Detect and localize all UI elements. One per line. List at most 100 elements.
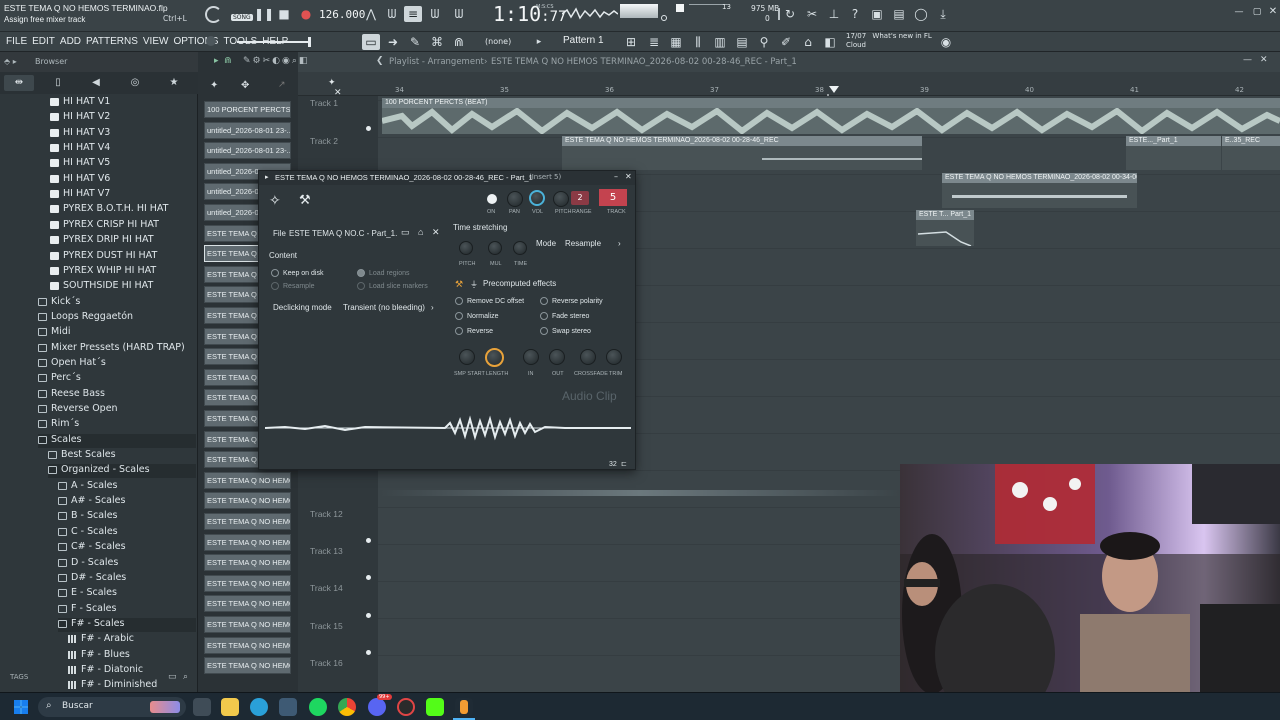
channel-button[interactable]: ESTE TEMA Q NO HEMOS T... <box>204 513 291 530</box>
browser-item[interactable]: Mixer Pressets (HARD TRAP) <box>38 342 196 356</box>
master-volume-knob[interactable] <box>661 15 667 21</box>
channel-button[interactable]: ESTE TEMA Q NO HEMOS T... <box>204 637 291 654</box>
playlist-cursor-icon[interactable]: ✦ <box>328 78 336 88</box>
paint-icon[interactable]: ✎ <box>406 34 424 50</box>
precomputed-wrench-icon[interactable]: ⚒ <box>455 279 463 290</box>
playhead-marker[interactable] <box>829 86 839 93</box>
app-icon[interactable] <box>397 698 415 716</box>
browser-tab-packs-icon[interactable]: ◎ <box>127 75 143 91</box>
file-name[interactable]: ESTE TEMA Q NO.C - Part_1.wav <box>289 229 397 238</box>
browser-item[interactable]: F# - Scales <box>58 618 196 632</box>
countdown-icon[interactable]: ≡ <box>404 6 422 22</box>
channel-button[interactable]: ESTE TEMA Q NO HEMOS T... <box>204 554 291 571</box>
normalize-option[interactable]: Normalize <box>455 312 499 320</box>
pitch-knob[interactable] <box>206 36 216 46</box>
smp-start-knob[interactable] <box>459 349 475 365</box>
browser-item[interactable]: Reverse Open <box>38 403 196 417</box>
browser-item[interactable]: SOUTHSIDE HI HAT <box>50 280 196 294</box>
browser-item[interactable]: HI HAT V2 <box>50 111 196 125</box>
mixer-icon[interactable]: ⫼ <box>689 34 707 50</box>
track-label[interactable]: Track 2 <box>310 136 338 146</box>
plugin-picker-icon[interactable]: ✂ <box>803 6 821 22</box>
browser-item[interactable]: Best Scales <box>48 449 196 463</box>
browser-item[interactable]: HI HAT V5 <box>50 157 196 171</box>
browser-item[interactable]: F# - Diatonic <box>68 664 196 678</box>
audio-clip[interactable]: ESTE TEMA Q NO HEMOS TERMINAO_2026-08-02… <box>562 136 922 170</box>
browser-item[interactable]: A# - Scales <box>58 495 196 509</box>
track-mute-dot[interactable] <box>366 613 371 618</box>
channel-button[interactable]: untitled_2026-08-01 23-... <box>204 122 291 139</box>
length-knob[interactable] <box>485 348 504 367</box>
playlist-clone-icon[interactable]: ↗ <box>278 80 286 90</box>
browser-tab-plugins-icon[interactable]: ◀ <box>88 75 104 91</box>
pattern-arrow-icon[interactable]: ▸ <box>530 34 548 50</box>
channel-button[interactable]: ESTE TEMA Q NO HEMOS T... <box>204 657 291 674</box>
menu-add[interactable]: ADD <box>60 36 81 47</box>
browser-search-icon[interactable]: ⌕ <box>183 672 188 682</box>
ts-mul-knob[interactable] <box>488 241 502 255</box>
channel-button[interactable]: ESTE TEMA Q NO HEMOS T... <box>204 472 291 489</box>
browser-item[interactable]: D - Scales <box>58 557 196 571</box>
channel-button[interactable]: ESTE TEMA Q NO HEMOS T... <box>204 616 291 633</box>
browser-item[interactable]: HI HAT V7 <box>50 188 196 202</box>
browser-item[interactable]: PYREX DRIP HI HAT <box>50 234 196 248</box>
tempo-display[interactable]: 126.000 <box>319 8 365 21</box>
browser-item[interactable]: D# - Scales <box>58 572 196 586</box>
sample-waveform[interactable] <box>265 415 631 441</box>
open-folder-icon[interactable]: ▭ <box>401 227 410 238</box>
keep-on-disk-option[interactable]: Keep on disk <box>271 269 323 277</box>
wrench-icon[interactable]: ⚒ <box>299 193 311 208</box>
swap-stereo-option[interactable]: Swap stereo <box>540 327 591 335</box>
browser-item[interactable]: Perc´s <box>38 372 196 386</box>
track-field[interactable]: 5 <box>599 189 627 206</box>
playlist-arrow-icon[interactable]: ▸ <box>214 56 219 66</box>
fl-cloud-icon[interactable]: ◉ <box>937 34 955 50</box>
on-button[interactable] <box>487 194 497 204</box>
play-icon[interactable]: ❚❚ <box>254 6 274 22</box>
load-slice-markers-option[interactable]: Load slice markers <box>357 282 428 290</box>
track-label[interactable]: Track 1 <box>310 98 338 108</box>
browser-item[interactable]: Midi <box>38 326 196 340</box>
load-regions-option[interactable]: Load regions <box>357 269 409 277</box>
snap-magnet-icon[interactable]: ⋒ <box>450 34 468 50</box>
channel-button[interactable]: untitled_2026-08-01 23-... <box>204 142 291 159</box>
trim-knob[interactable] <box>606 349 622 365</box>
browser-item[interactable]: HI HAT V4 <box>50 142 196 156</box>
file-close-icon[interactable]: ✕ <box>432 227 440 238</box>
task-view-icon[interactable] <box>193 698 211 716</box>
menu-file[interactable]: FILE <box>6 36 27 47</box>
browser-item[interactable]: HI HAT V3 <box>50 127 196 141</box>
plugin-icon[interactable]: ⚲ <box>755 34 773 50</box>
browser-item[interactable]: Reese Bass <box>38 388 196 402</box>
channel-button[interactable]: ESTE TEMA Q NO HEMOS T... <box>204 492 291 509</box>
playlist-tools-icons[interactable]: ✎⚙✂◐◉⌕◧ <box>243 56 309 66</box>
browser-item[interactable]: F - Scales <box>58 603 196 617</box>
chat-icon[interactable]: ◯ <box>912 6 930 22</box>
plugin-minimize-icon[interactable]: – <box>614 172 618 181</box>
track-label[interactable]: Track 12 <box>310 509 343 519</box>
ts-time-knob[interactable] <box>513 241 527 255</box>
pan-knob[interactable] <box>507 191 523 207</box>
declicking-select[interactable]: Transient (no bleeding) <box>343 303 425 312</box>
plugin-titlebar[interactable]: ▸ ESTE TEMA Q NO HEMOS TERMINAO_2026-08-… <box>259 171 635 185</box>
menu-patterns[interactable]: PATTERNS <box>86 36 138 47</box>
track-mute-dot[interactable] <box>366 538 371 543</box>
channel-button[interactable]: ESTE TEMA Q NO HEMOS T... <box>204 534 291 551</box>
browser-item[interactable]: HI HAT V6 <box>50 173 196 187</box>
microphone-icon[interactable]: ⊥ <box>825 6 843 22</box>
crossfade-knob[interactable] <box>580 349 596 365</box>
browser-item[interactable]: HI HAT V1 <box>50 96 196 110</box>
declicking-arrow-icon[interactable]: › <box>431 303 434 312</box>
browser-item[interactable]: F# - Diminished <box>68 679 196 693</box>
playlist-caret-icon[interactable]: ❮ <box>376 56 384 66</box>
minimize-icon[interactable]: — <box>1230 4 1248 20</box>
playlist-view-icon[interactable]: ▭ <box>362 34 380 50</box>
main-volume-slider[interactable] <box>237 41 309 43</box>
channel-button[interactable]: ESTE TEMA Q NO HEMOS T... <box>204 595 291 612</box>
out-knob[interactable] <box>549 349 565 365</box>
mode-select[interactable]: Resample <box>565 239 601 248</box>
menu-edit[interactable]: EDIT <box>32 36 55 47</box>
link-icon[interactable]: ⌘ <box>428 34 446 50</box>
remove-dc-option[interactable]: Remove DC offset <box>455 297 524 305</box>
song-mode-toggle[interactable]: SONG <box>231 14 253 21</box>
